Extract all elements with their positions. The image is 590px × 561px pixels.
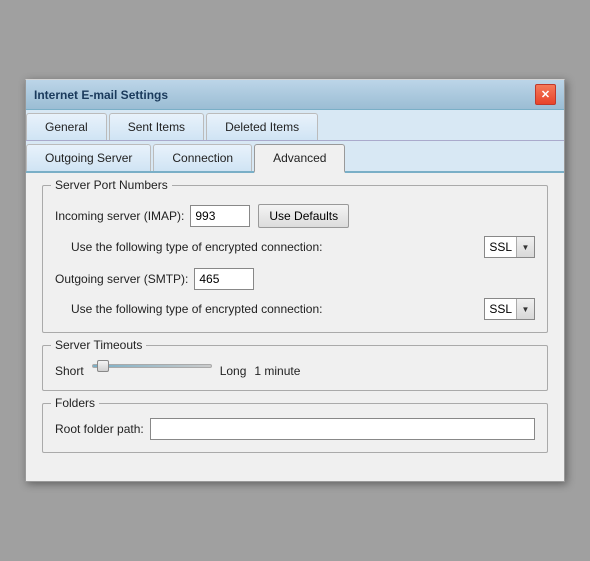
tab-connection[interactable]: Connection [153, 144, 252, 171]
incoming-ssl-value: SSL [485, 237, 516, 257]
timeout-value: 1 minute [254, 364, 300, 378]
outgoing-server-label: Outgoing server (SMTP): [55, 272, 188, 286]
window-title: Internet E-mail Settings [34, 88, 168, 102]
incoming-server-input[interactable] [190, 205, 250, 227]
outgoing-ssl-arrow[interactable]: ▼ [516, 299, 534, 319]
tab-sent-items[interactable]: Sent Items [109, 113, 204, 140]
incoming-server-row: Incoming server (IMAP): Use Defaults [55, 204, 535, 228]
root-folder-row: Root folder path: [55, 418, 535, 440]
title-bar: Internet E-mail Settings ✕ [26, 80, 564, 110]
outgoing-ssl-select[interactable]: SSL ▼ [484, 298, 535, 320]
server-port-group: Server Port Numbers Incoming server (IMA… [42, 185, 548, 333]
timeout-slider-row: Short Long 1 minute [55, 364, 535, 378]
outgoing-ssl-value: SSL [485, 299, 516, 319]
tab-row-2: Outgoing Server Connection Advanced [26, 141, 564, 173]
close-button[interactable]: ✕ [535, 84, 556, 105]
incoming-ssl-arrow[interactable]: ▼ [516, 237, 534, 257]
outgoing-server-input[interactable] [194, 268, 254, 290]
server-timeouts-group: Server Timeouts Short Long 1 minute [42, 345, 548, 391]
incoming-enc-label: Use the following type of encrypted conn… [71, 240, 476, 254]
incoming-encryption-row: Use the following type of encrypted conn… [55, 236, 535, 258]
root-folder-input[interactable] [150, 418, 535, 440]
use-defaults-button[interactable]: Use Defaults [258, 204, 349, 228]
tab-row-1: General Sent Items Deleted Items [26, 110, 564, 141]
tab-content: Server Port Numbers Incoming server (IMA… [26, 173, 564, 481]
long-label: Long [220, 364, 247, 378]
folders-label: Folders [51, 396, 99, 410]
tab-outgoing-server[interactable]: Outgoing Server [26, 144, 151, 171]
outgoing-encryption-row: Use the following type of encrypted conn… [55, 298, 535, 320]
incoming-server-label: Incoming server (IMAP): [55, 209, 184, 223]
tab-deleted-items[interactable]: Deleted Items [206, 113, 318, 140]
tab-advanced[interactable]: Advanced [254, 144, 345, 173]
outgoing-enc-label: Use the following type of encrypted conn… [71, 302, 476, 316]
short-label: Short [55, 364, 84, 378]
incoming-ssl-select[interactable]: SSL ▼ [484, 236, 535, 258]
folders-group: Folders Root folder path: [42, 403, 548, 453]
server-timeouts-label: Server Timeouts [51, 338, 146, 352]
main-window: Internet E-mail Settings ✕ General Sent … [25, 79, 565, 482]
tab-general[interactable]: General [26, 113, 107, 140]
timeout-slider[interactable] [92, 364, 212, 378]
outgoing-server-row: Outgoing server (SMTP): [55, 268, 535, 290]
slider-thumb [97, 360, 109, 372]
root-folder-label: Root folder path: [55, 422, 144, 436]
slider-track [92, 364, 212, 368]
server-port-label: Server Port Numbers [51, 178, 172, 192]
